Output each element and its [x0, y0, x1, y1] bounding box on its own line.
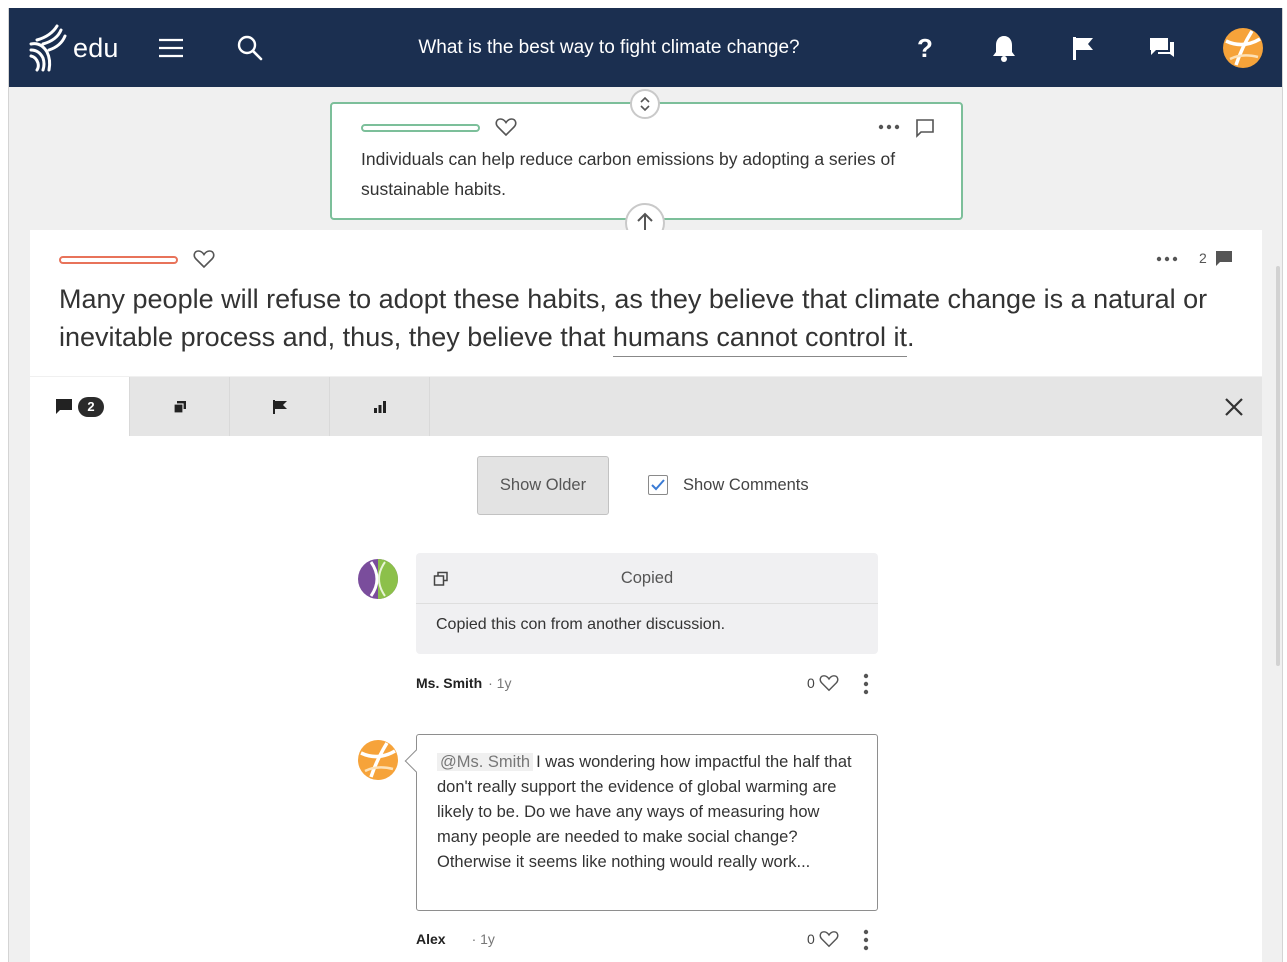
speech-pointer [404, 749, 428, 773]
search-button[interactable] [234, 32, 266, 64]
user-mention[interactable]: @Ms. Smith [437, 753, 534, 771]
menu-icon [159, 38, 183, 58]
comment-icon[interactable] [1215, 250, 1233, 268]
comment-meta: Ms. Smith · 1y [416, 675, 511, 691]
like-count: 0 [807, 675, 815, 691]
chevron-up-down-icon [640, 96, 650, 112]
main-claim-card: 2 Many people will refuse to adopt these… [30, 230, 1262, 376]
avatar-icon [358, 559, 398, 599]
comment-icon[interactable] [915, 118, 935, 138]
avatar[interactable] [357, 558, 399, 600]
highlighted-phrase[interactable]: humans cannot control it [612, 322, 908, 357]
close-panel-button[interactable] [1220, 393, 1248, 421]
comment-meta: Alex · 1y [416, 931, 495, 947]
comment-author[interactable]: Alex [416, 931, 446, 947]
heart-icon [819, 931, 839, 948]
app-window: edu What is the best way to fight climat… [8, 8, 1283, 962]
search-icon [237, 35, 263, 61]
comment-count: 2 [1199, 250, 1207, 266]
more-options-icon[interactable] [1156, 256, 1178, 262]
bell-icon [993, 36, 1015, 62]
chat-icon [1150, 38, 1174, 57]
comment-time: · 1y [488, 675, 512, 691]
reply-comment-card: @Ms. Smith I was wondering how impactful … [404, 734, 878, 911]
tab-statistics[interactable] [330, 377, 430, 436]
hamburger-menu-button[interactable] [155, 32, 187, 64]
parent-claim-text: Individuals can help reduce carbon emiss… [361, 149, 896, 199]
heart-icon[interactable] [193, 249, 215, 269]
claim-strength-bar [361, 124, 480, 132]
comment-body: @Ms. Smith I was wondering how impactful … [437, 750, 862, 875]
copied-title: Copied [620, 568, 674, 587]
avatar-icon [358, 740, 398, 780]
panel-tabs: 2 [30, 377, 1262, 436]
like-button[interactable]: 0 [807, 930, 839, 948]
show-comments-checkbox[interactable] [648, 475, 668, 495]
logo-icon [29, 24, 67, 72]
help-button[interactable]: ? [909, 32, 941, 64]
comment-icon [56, 398, 72, 414]
checkmark-icon [651, 479, 665, 491]
scrollbar[interactable] [1276, 266, 1280, 666]
messages-button[interactable] [1146, 32, 1178, 64]
main-claim-text: Many people will refuse to adopt these h… [59, 280, 1239, 357]
claim-strength-bar [59, 256, 178, 264]
bar-chart-icon [373, 400, 386, 413]
comment-author[interactable]: Ms. Smith [416, 675, 482, 691]
like-count: 0 [807, 931, 815, 947]
discussion-panel: 2 Show Older Show Comments Copied Copied… [30, 377, 1262, 962]
page-title: What is the best way to fight climate ch… [418, 36, 800, 58]
user-avatar[interactable] [1222, 27, 1264, 69]
expand-collapse-button[interactable] [630, 89, 660, 119]
comment-menu-icon[interactable] [863, 929, 869, 951]
close-icon [1225, 398, 1243, 416]
flag-icon [272, 399, 287, 414]
more-options-icon[interactable] [878, 124, 900, 130]
heart-icon[interactable] [495, 117, 517, 137]
main-claim-text-end: . [907, 322, 915, 352]
avatar-icon [1223, 28, 1263, 68]
flag-button[interactable] [1067, 32, 1099, 64]
copy-icon [172, 400, 186, 414]
show-older-button[interactable]: Show Older [477, 456, 609, 515]
logo[interactable]: edu [27, 22, 119, 74]
heart-icon [819, 675, 839, 692]
tab-comments[interactable]: 2 [30, 377, 130, 436]
comment-body: Copied this con from another discussion. [436, 616, 726, 633]
avatar[interactable] [357, 739, 399, 781]
notifications-button[interactable] [988, 32, 1020, 64]
comments-badge: 2 [78, 396, 104, 417]
show-comments-toggle[interactable]: Show Comments [648, 475, 809, 495]
copied-comment-card: Copied Copied this con from another disc… [416, 553, 878, 654]
flag-icon [1073, 37, 1093, 60]
help-icon: ? [917, 32, 933, 63]
top-navigation-bar: edu What is the best way to fight climat… [9, 8, 1282, 87]
show-comments-label: Show Comments [683, 475, 809, 494]
tab-copies[interactable] [130, 377, 230, 436]
comment-time: · 1y [471, 931, 495, 947]
tab-flags[interactable] [230, 377, 330, 436]
like-button[interactable]: 0 [807, 674, 839, 692]
comment-menu-icon[interactable] [863, 673, 869, 695]
copy-icon [433, 571, 448, 586]
logo-text: edu [73, 32, 119, 63]
copied-header: Copied [416, 553, 878, 604]
